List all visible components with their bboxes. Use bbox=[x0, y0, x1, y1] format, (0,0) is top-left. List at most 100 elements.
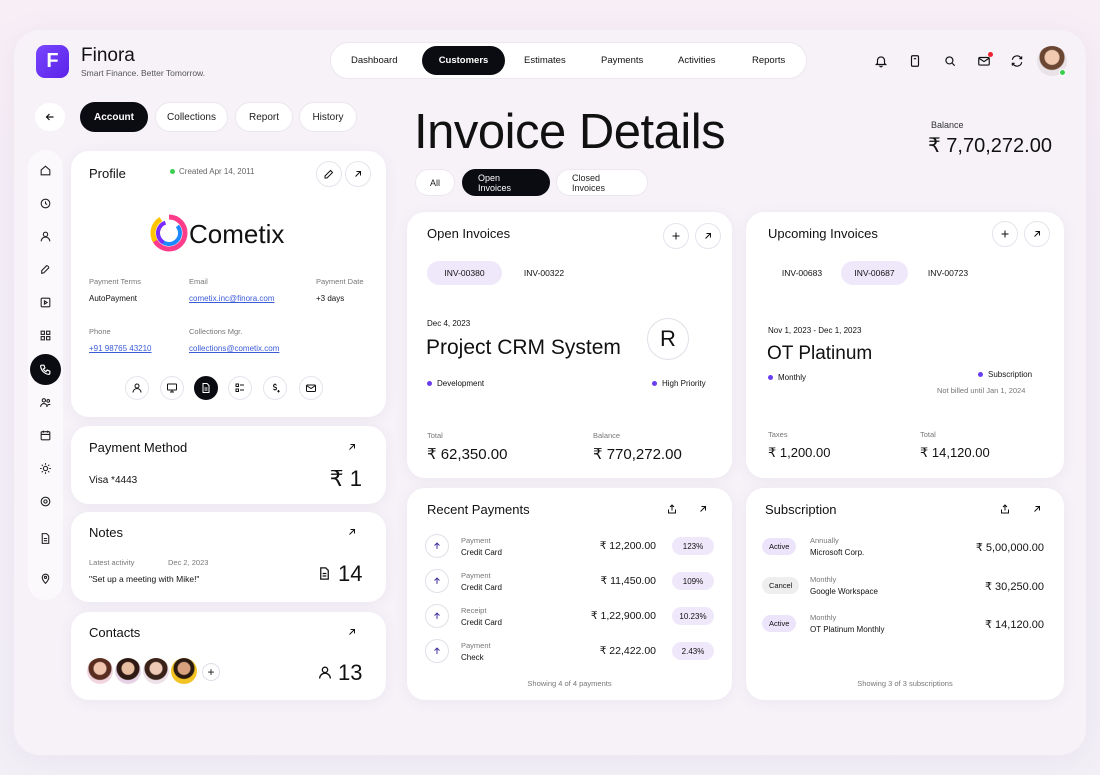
page-title: Invoice Details bbox=[414, 105, 726, 159]
profile-mail-button[interactable] bbox=[299, 376, 323, 400]
sun-icon[interactable] bbox=[31, 454, 59, 482]
recent-payments-expand[interactable] bbox=[697, 502, 711, 516]
notes-text: "Set up a meeting with Mike!" bbox=[89, 574, 200, 584]
subscription-share[interactable] bbox=[999, 502, 1013, 516]
invoice-tab-00322[interactable]: INV-00322 bbox=[509, 261, 579, 285]
payment-method-expand[interactable] bbox=[346, 440, 360, 454]
profile-screen-button[interactable] bbox=[160, 376, 184, 400]
subnav-tab-report[interactable]: Report bbox=[235, 102, 293, 132]
profile-dollar-button[interactable] bbox=[263, 376, 287, 400]
payment-method: Check bbox=[461, 653, 484, 662]
grid-icon[interactable] bbox=[31, 321, 59, 349]
clipboard-icon[interactable] bbox=[906, 52, 924, 70]
contacts-expand[interactable] bbox=[346, 625, 360, 639]
recent-payments-title: Recent Payments bbox=[427, 502, 530, 517]
refresh-icon[interactable] bbox=[1008, 52, 1026, 70]
mail-icon[interactable] bbox=[975, 52, 993, 70]
subscription-expand[interactable] bbox=[1031, 502, 1045, 516]
payment-row[interactable]: Receipt Credit Card ₹ 1,22,900.00 10.23% bbox=[425, 602, 714, 632]
contact-avatar[interactable] bbox=[115, 658, 141, 684]
payment-amount: ₹ 1,22,900.00 bbox=[590, 610, 656, 622]
tag-dot bbox=[427, 381, 432, 387]
payment-row[interactable]: Payment Credit Card ₹ 11,450.00 109% bbox=[425, 567, 714, 597]
project-name: Project CRM System bbox=[426, 336, 621, 359]
plus-icon bbox=[1001, 230, 1009, 238]
payment-row[interactable]: Payment Credit Card ₹ 12,200.00 123% bbox=[425, 532, 714, 562]
nav-tab-payments[interactable]: Payments bbox=[601, 55, 643, 66]
nav-tab-estimates[interactable]: Estimates bbox=[524, 55, 566, 66]
target-icon[interactable] bbox=[31, 487, 59, 515]
phone-link[interactable]: +91 98765 43210 bbox=[89, 344, 152, 353]
subscription-card: Subscription Active Annually Microsoft C… bbox=[746, 488, 1064, 700]
payment-method-count: ₹ 1 bbox=[329, 466, 362, 491]
clock-icon[interactable] bbox=[31, 189, 59, 217]
subnav-tab-history[interactable]: History bbox=[299, 102, 357, 132]
home-icon[interactable] bbox=[31, 156, 59, 184]
upcoming-tab-00723[interactable]: INV-00723 bbox=[914, 261, 982, 285]
payment-amount: ₹ 22,422.00 bbox=[599, 645, 656, 657]
tag-development: Development bbox=[427, 379, 484, 388]
phone-nav-active[interactable] bbox=[30, 354, 61, 385]
subscription-amount: ₹ 14,120.00 bbox=[985, 619, 1044, 631]
recent-payments-footer: Showing 4 of 4 payments bbox=[527, 679, 612, 688]
add-contact-button[interactable]: + bbox=[202, 663, 220, 681]
filter-open-invoices[interactable]: Open Invoices bbox=[462, 169, 550, 196]
tag-subscription: Subscription bbox=[978, 370, 1032, 379]
contact-avatar[interactable] bbox=[87, 658, 113, 684]
notes-title: Notes bbox=[89, 525, 123, 540]
recent-payments-card: Recent Payments Payment Credit Card ₹ 12… bbox=[407, 488, 732, 700]
add-invoice-button[interactable] bbox=[663, 223, 689, 249]
users-icon[interactable] bbox=[31, 388, 59, 416]
nav-tab-activities[interactable]: Activities bbox=[678, 55, 715, 66]
nav-tab-reports[interactable]: Reports bbox=[752, 55, 785, 66]
nav-tab-customers[interactable]: Customers bbox=[422, 46, 505, 75]
presentation-icon[interactable] bbox=[31, 288, 59, 316]
upcoming-invoices-expand[interactable] bbox=[1024, 221, 1050, 247]
subnav-tab-collections[interactable]: Collections bbox=[155, 102, 228, 132]
nav-tab-dashboard[interactable]: Dashboard bbox=[351, 55, 397, 66]
edit-button[interactable] bbox=[316, 161, 342, 187]
payment-row[interactable]: Payment Check ₹ 22,422.00 2.43% bbox=[425, 637, 714, 667]
filter-closed-invoices[interactable]: Closed Invoices bbox=[556, 169, 648, 196]
add-upcoming-button[interactable] bbox=[992, 221, 1018, 247]
upcoming-tab-00687[interactable]: INV-00687 bbox=[841, 261, 908, 285]
tag-monthly: Monthly bbox=[768, 373, 806, 382]
filter-all[interactable]: All bbox=[415, 169, 455, 196]
subnav-tab-account[interactable]: Account bbox=[80, 102, 148, 132]
subscription-row[interactable]: Active Annually Microsoft Corp. ₹ 5,00,0… bbox=[762, 534, 1044, 564]
search-icon[interactable] bbox=[941, 52, 959, 70]
contact-avatar[interactable] bbox=[143, 658, 169, 684]
bell-icon[interactable] bbox=[872, 52, 890, 70]
arrow-up-icon bbox=[425, 604, 449, 628]
notes-expand[interactable] bbox=[346, 525, 360, 539]
share-icon bbox=[668, 504, 676, 514]
location-icon[interactable] bbox=[31, 564, 59, 592]
recent-payments-share[interactable] bbox=[666, 502, 680, 516]
payment-amount: ₹ 12,200.00 bbox=[599, 540, 656, 552]
app-logo[interactable]: F bbox=[36, 45, 69, 78]
subscription-row[interactable]: Active Monthly OT Platinum Monthly ₹ 14,… bbox=[762, 611, 1044, 641]
invoice-tab-00380[interactable]: INV-00380 bbox=[427, 261, 502, 285]
open-invoices-expand[interactable] bbox=[695, 223, 721, 249]
payment-amount: ₹ 11,450.00 bbox=[600, 575, 656, 587]
mail-unread-dot bbox=[988, 52, 993, 57]
tag-dot bbox=[978, 372, 983, 378]
expand-button[interactable] bbox=[345, 161, 371, 187]
back-button[interactable] bbox=[35, 103, 65, 131]
profile-document-button[interactable] bbox=[194, 376, 218, 400]
upcoming-invoices-title: Upcoming Invoices bbox=[768, 226, 878, 241]
upcoming-tab-00683[interactable]: INV-00683 bbox=[768, 261, 836, 285]
contact-avatar[interactable] bbox=[171, 658, 197, 684]
payment-method: Credit Card bbox=[461, 618, 502, 627]
tag-dot bbox=[652, 381, 657, 387]
user-icon[interactable] bbox=[31, 222, 59, 250]
document-icon[interactable] bbox=[31, 524, 59, 552]
profile-person-button[interactable] bbox=[125, 376, 149, 400]
calendar-icon[interactable] bbox=[31, 421, 59, 449]
profile-list-button[interactable] bbox=[228, 376, 252, 400]
collections-email-link[interactable]: collections@cometix.com bbox=[189, 344, 279, 353]
invoice-date: Dec 4, 2023 bbox=[427, 319, 471, 328]
subscription-row[interactable]: Cancel Monthly Google Workspace ₹ 30,250… bbox=[762, 573, 1044, 603]
email-link[interactable]: cometix.inc@finora.com bbox=[189, 294, 274, 303]
rocket-icon[interactable] bbox=[31, 255, 59, 283]
